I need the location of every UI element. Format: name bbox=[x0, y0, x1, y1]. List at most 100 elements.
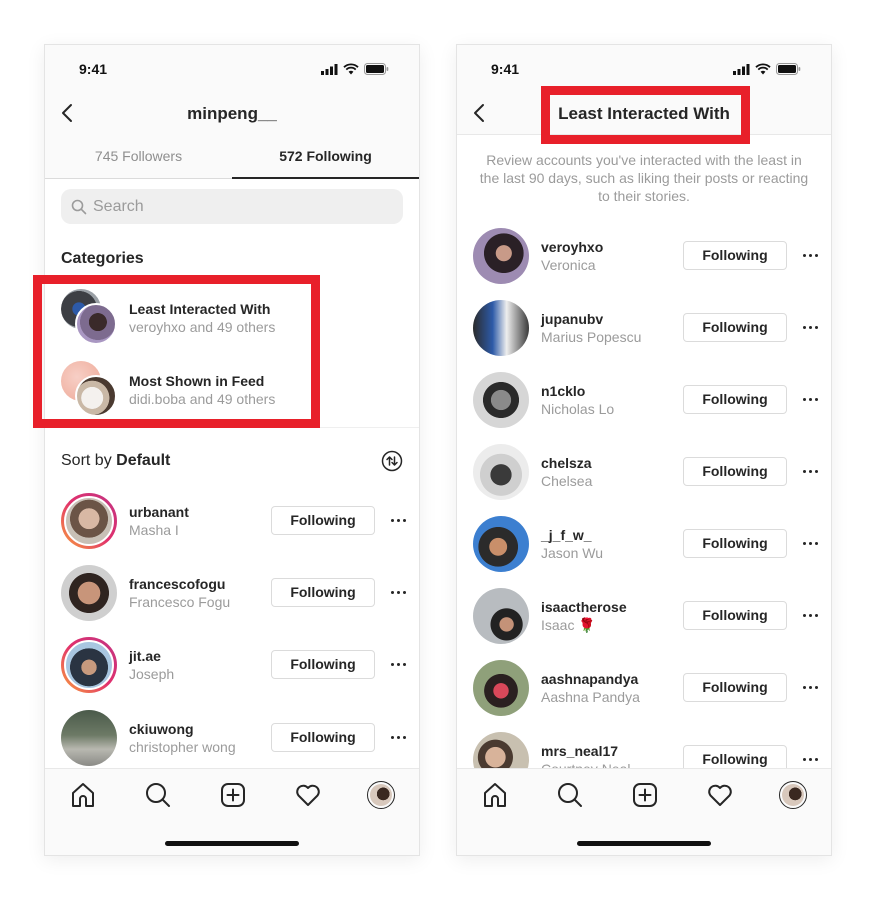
avatar[interactable] bbox=[473, 228, 529, 284]
following-button[interactable]: Following bbox=[683, 313, 787, 342]
home-icon[interactable] bbox=[69, 781, 97, 809]
full-name: Marius Popescu bbox=[541, 329, 642, 345]
category-subtitle: didi.boba and 49 others bbox=[129, 391, 276, 407]
following-button[interactable]: Following bbox=[271, 650, 375, 679]
user-row: urbanant Masha I Following bbox=[45, 493, 419, 553]
search-input[interactable] bbox=[93, 197, 373, 216]
username[interactable]: mrs_neal17 bbox=[541, 742, 631, 760]
profile-avatar[interactable] bbox=[367, 781, 395, 809]
more-options-icon[interactable] bbox=[800, 248, 820, 262]
following-button[interactable]: Following bbox=[271, 723, 375, 752]
avatar bbox=[75, 303, 117, 345]
avatar[interactable] bbox=[61, 493, 117, 549]
full-name: Jason Wu bbox=[541, 545, 603, 561]
following-button[interactable]: Following bbox=[271, 578, 375, 607]
username[interactable]: isaactherose bbox=[541, 598, 627, 616]
wifi-icon bbox=[755, 63, 771, 75]
sort-prefix: Sort by bbox=[61, 452, 117, 469]
more-options-icon[interactable] bbox=[388, 730, 408, 744]
user-row: aashnapandya Aashna Pandya Following bbox=[457, 660, 831, 720]
avatar[interactable] bbox=[61, 565, 117, 621]
search-icon[interactable] bbox=[144, 781, 172, 809]
username[interactable]: aashnapandya bbox=[541, 670, 640, 688]
home-icon[interactable] bbox=[481, 781, 509, 809]
battery-icon bbox=[776, 63, 801, 75]
user-row: francescofogu Francesco Fogu Following bbox=[45, 565, 419, 625]
avatar[interactable] bbox=[61, 710, 117, 766]
more-options-icon[interactable] bbox=[800, 680, 820, 694]
more-options-icon[interactable] bbox=[800, 608, 820, 622]
user-row: jit.ae Joseph Following bbox=[45, 637, 419, 697]
new-post-icon[interactable] bbox=[631, 781, 659, 809]
avatar[interactable] bbox=[473, 372, 529, 428]
search-bar[interactable] bbox=[61, 189, 403, 224]
tab-followers[interactable]: 745 Followers bbox=[45, 135, 232, 178]
avatar bbox=[75, 375, 117, 417]
user-row: ckiuwong christopher wong Following bbox=[45, 710, 419, 770]
category-subtitle: veroyhxo and 49 others bbox=[129, 319, 276, 335]
full-name: Nicholas Lo bbox=[541, 401, 615, 417]
following-button[interactable]: Following bbox=[683, 241, 787, 270]
user-row: _j_f_w_ Jason Wu Following bbox=[457, 516, 831, 576]
tab-following[interactable]: 572 Following bbox=[232, 135, 419, 179]
user-row: jupanubv Marius Popescu Following bbox=[457, 300, 831, 360]
nav-bar: minpeng__ bbox=[45, 93, 419, 135]
user-row: veroyhxo Veronica Following bbox=[457, 228, 831, 288]
user-row: n1cklo Nicholas Lo Following bbox=[457, 372, 831, 432]
category-least-interacted[interactable]: Least Interacted With veroyhxo and 49 ot… bbox=[61, 289, 321, 349]
activity-heart-icon[interactable] bbox=[294, 781, 322, 809]
username[interactable]: n1cklo bbox=[541, 382, 614, 400]
avatar[interactable] bbox=[473, 588, 529, 644]
more-options-icon[interactable] bbox=[800, 320, 820, 334]
username[interactable]: urbanant bbox=[129, 503, 189, 521]
avatar[interactable] bbox=[61, 637, 117, 693]
avatar[interactable] bbox=[473, 516, 529, 572]
home-indicator bbox=[165, 841, 299, 846]
search-icon[interactable] bbox=[556, 781, 584, 809]
more-options-icon[interactable] bbox=[800, 536, 820, 550]
avatar[interactable] bbox=[473, 300, 529, 356]
username[interactable]: jupanubv bbox=[541, 310, 641, 328]
status-time: 9:41 bbox=[491, 61, 520, 77]
username[interactable]: francescofogu bbox=[129, 575, 230, 593]
full-name: Veronica bbox=[541, 257, 596, 273]
username[interactable]: _j_f_w_ bbox=[541, 526, 603, 544]
more-options-icon[interactable] bbox=[388, 657, 408, 671]
username[interactable]: jit.ae bbox=[129, 647, 174, 665]
category-most-shown[interactable]: Most Shown in Feed didi.boba and 49 othe… bbox=[61, 361, 321, 421]
avatar[interactable] bbox=[473, 660, 529, 716]
sort-value[interactable]: Default bbox=[116, 452, 170, 469]
new-post-icon[interactable] bbox=[219, 781, 247, 809]
following-button[interactable]: Following bbox=[683, 385, 787, 414]
full-name: christopher wong bbox=[129, 739, 236, 755]
full-name: Masha I bbox=[129, 522, 179, 538]
status-bar: 9:41 bbox=[45, 45, 419, 93]
follow-tabs: 745 Followers 572 Following bbox=[45, 135, 419, 179]
activity-heart-icon[interactable] bbox=[706, 781, 734, 809]
username[interactable]: ckiuwong bbox=[129, 720, 236, 738]
more-options-icon[interactable] bbox=[800, 392, 820, 406]
more-options-icon[interactable] bbox=[800, 752, 820, 766]
following-button[interactable]: Following bbox=[683, 601, 787, 630]
search-icon bbox=[71, 199, 87, 214]
following-button[interactable]: Following bbox=[683, 529, 787, 558]
more-options-icon[interactable] bbox=[388, 513, 408, 527]
signal-icon bbox=[321, 63, 338, 75]
categories-heading: Categories bbox=[61, 250, 144, 267]
following-button[interactable]: Following bbox=[683, 457, 787, 486]
more-options-icon[interactable] bbox=[388, 585, 408, 599]
following-button[interactable]: Following bbox=[683, 673, 787, 702]
following-button[interactable]: Following bbox=[271, 506, 375, 535]
status-time: 9:41 bbox=[79, 61, 108, 77]
category-title: Most Shown in Feed bbox=[129, 373, 265, 389]
full-name: Joseph bbox=[129, 666, 175, 682]
username[interactable]: veroyhxo bbox=[541, 238, 603, 256]
profile-avatar[interactable] bbox=[779, 781, 807, 809]
more-options-icon[interactable] bbox=[800, 464, 820, 478]
bottom-tab-bar bbox=[457, 768, 831, 855]
username[interactable]: chelsza bbox=[541, 454, 592, 472]
divider bbox=[45, 427, 419, 428]
full-name: Isaac 🌹 bbox=[541, 617, 596, 633]
sort-icon[interactable] bbox=[381, 450, 403, 472]
avatar[interactable] bbox=[473, 444, 529, 500]
